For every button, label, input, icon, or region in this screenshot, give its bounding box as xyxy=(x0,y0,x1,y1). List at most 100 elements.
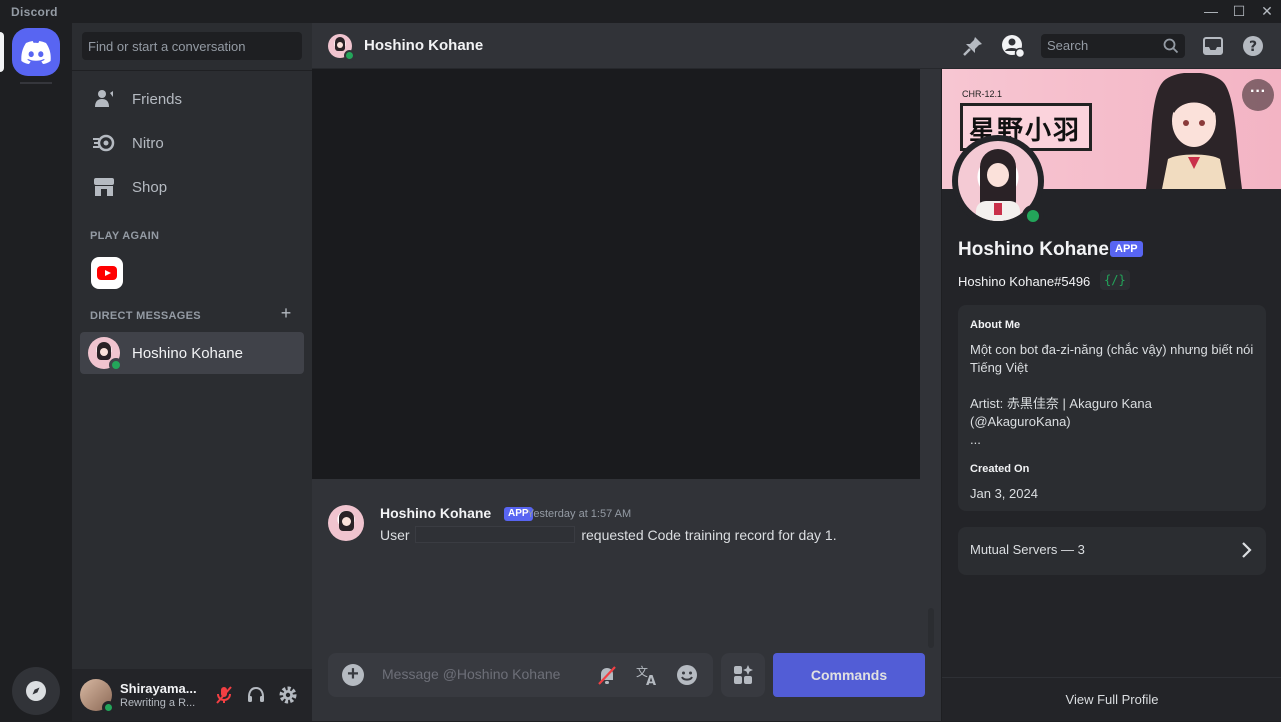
avatar xyxy=(88,337,123,372)
emoji-icon xyxy=(677,665,697,685)
headphones-icon xyxy=(248,686,264,702)
header-avatar xyxy=(328,33,355,61)
message-content: User requested Code training record for … xyxy=(380,526,837,543)
mutual-servers-button[interactable]: Mutual Servers — 3 xyxy=(958,527,1266,575)
profile-avatar[interactable] xyxy=(952,135,1044,227)
inbox-icon xyxy=(1203,37,1223,55)
translate-icon: 文A xyxy=(636,664,656,687)
profile-panel: CHR-12.1 星野小羽 ··· Hoshino Kohane APP Hos… xyxy=(941,69,1281,721)
user-profile-toggle-button[interactable] xyxy=(1001,34,1025,58)
user-panel: Shirayama... Rewriting a R... xyxy=(72,669,312,721)
message-author[interactable]: Hoshino Kohane xyxy=(380,505,491,521)
about-me-text: Một con bot đa-zi-năng (chắc vậy) nhưng … xyxy=(970,342,1254,375)
message-avatar[interactable] xyxy=(328,505,364,541)
chat-area: Hoshino Kohane Hoshino Kohane APP Yester… xyxy=(312,23,941,721)
more-options-button[interactable]: ··· xyxy=(1242,79,1274,111)
svg-text:?: ? xyxy=(1249,39,1257,55)
developer-badge-icon[interactable]: {/} xyxy=(1100,270,1130,290)
chevron-right-icon xyxy=(1242,542,1252,558)
help-icon: ? xyxy=(1243,36,1263,56)
mute-notifications-button[interactable] xyxy=(595,663,619,687)
user-name[interactable]: Shirayama... xyxy=(120,681,197,696)
view-full-profile-button[interactable]: View Full Profile xyxy=(942,677,1281,721)
online-status-icon xyxy=(1022,205,1044,227)
scrollbar[interactable] xyxy=(928,608,934,648)
emoji-button[interactable] xyxy=(675,663,699,687)
message-composer: + Message @Hoshino Kohane 文A xyxy=(328,653,713,697)
home-button[interactable] xyxy=(12,28,60,76)
profile-icon xyxy=(1002,35,1025,58)
pinned-messages-button[interactable] xyxy=(961,34,985,58)
title-bar: Discord — ☐ ✕ xyxy=(0,0,1281,23)
pin-icon xyxy=(963,37,982,56)
user-avatar[interactable] xyxy=(80,679,115,714)
message-history-region xyxy=(312,69,920,479)
nav-shop-label: Shop xyxy=(132,178,168,196)
top-toolbar: Search ? xyxy=(941,23,1281,69)
nav-nitro[interactable]: Nitro xyxy=(80,122,304,164)
close-window-button[interactable]: ✕ xyxy=(1252,0,1281,23)
dm-item-name: Hoshino Kohane xyxy=(132,344,243,362)
user-settings-button[interactable] xyxy=(276,683,300,707)
friends-icon xyxy=(92,87,116,111)
svg-text:A: A xyxy=(646,674,656,687)
about-me-artist: Artist: 赤黒佳奈 | Akaguro Kana (@AkaguroKan… xyxy=(970,396,1152,429)
about-me-ellipsis: ... xyxy=(970,432,981,447)
about-me-card: About Me Một con bot đa-zi-năng (chắc vậ… xyxy=(958,305,1266,511)
mutual-servers-label: Mutual Servers — 3 xyxy=(970,542,1085,557)
deafen-button[interactable] xyxy=(244,683,268,707)
attach-button[interactable]: + xyxy=(342,664,364,686)
discover-button[interactable] xyxy=(12,667,60,715)
inbox-button[interactable] xyxy=(1201,34,1225,58)
minimize-button[interactable]: — xyxy=(1196,0,1226,23)
nav-nitro-label: Nitro xyxy=(132,134,164,152)
direct-messages-heading: DIRECT MESSAGES xyxy=(90,310,201,322)
about-me-heading: About Me xyxy=(970,319,1021,331)
gear-icon xyxy=(279,686,297,704)
youtube-icon xyxy=(97,266,117,280)
banner-code: CHR-12.1 xyxy=(962,89,1003,99)
apps-icon xyxy=(734,665,753,684)
online-status-icon xyxy=(109,358,123,372)
dm-item-hoshino-kohane[interactable]: Hoshino Kohane xyxy=(80,332,304,374)
chat-title[interactable]: Hoshino Kohane xyxy=(364,37,483,54)
message-text-after: requested Code training record for day 1… xyxy=(581,527,837,543)
maximize-button[interactable]: ☐ xyxy=(1224,0,1254,23)
compass-icon xyxy=(26,681,46,701)
discord-logo-icon xyxy=(21,40,51,64)
search-placeholder: Search xyxy=(1047,38,1089,53)
created-on-date: Jan 3, 2024 xyxy=(970,486,1038,501)
message: Hoshino Kohane APP Yesterday at 1:57 AM … xyxy=(328,505,918,549)
message-timestamp: Yesterday at 1:57 AM xyxy=(527,508,632,520)
nav-shop[interactable]: Shop xyxy=(80,166,304,208)
mic-muted-icon xyxy=(216,686,232,704)
commands-button[interactable]: Commands xyxy=(773,653,925,697)
youtube-activity-button[interactable] xyxy=(91,257,123,289)
find-conversation-input[interactable]: Find or start a conversation xyxy=(82,32,302,60)
rail-separator xyxy=(20,82,52,84)
message-text-before: User xyxy=(380,527,410,543)
nav-friends-label: Friends xyxy=(132,90,183,108)
apps-button[interactable] xyxy=(721,653,765,697)
create-dm-button[interactable]: + xyxy=(278,304,294,322)
server-rail xyxy=(0,23,72,721)
bell-off-icon xyxy=(598,666,616,685)
nitro-icon xyxy=(92,131,116,155)
translate-button[interactable]: 文A xyxy=(635,663,659,687)
profile-username-tag: Hoshino Kohane#5496 xyxy=(958,274,1091,289)
dm-sidebar: Find or start a conversation Friends Nit… xyxy=(72,23,312,721)
profile-display-name: Hoshino Kohane xyxy=(958,239,1109,260)
divider xyxy=(72,70,312,71)
play-again-heading: PLAY AGAIN xyxy=(90,230,160,242)
nav-friends[interactable]: Friends xyxy=(80,78,304,120)
search-input[interactable]: Search xyxy=(1041,34,1185,58)
message-input[interactable]: Message @Hoshino Kohane xyxy=(382,666,560,682)
home-indicator xyxy=(0,32,4,72)
profile-app-badge: APP xyxy=(1110,241,1143,257)
online-status-icon xyxy=(102,701,115,714)
banner-character-illustration xyxy=(1146,73,1242,189)
help-button[interactable]: ? xyxy=(1241,34,1265,58)
mute-mic-button[interactable] xyxy=(212,683,236,707)
created-on-heading: Created On xyxy=(970,463,1030,475)
redacted-username xyxy=(415,526,576,543)
